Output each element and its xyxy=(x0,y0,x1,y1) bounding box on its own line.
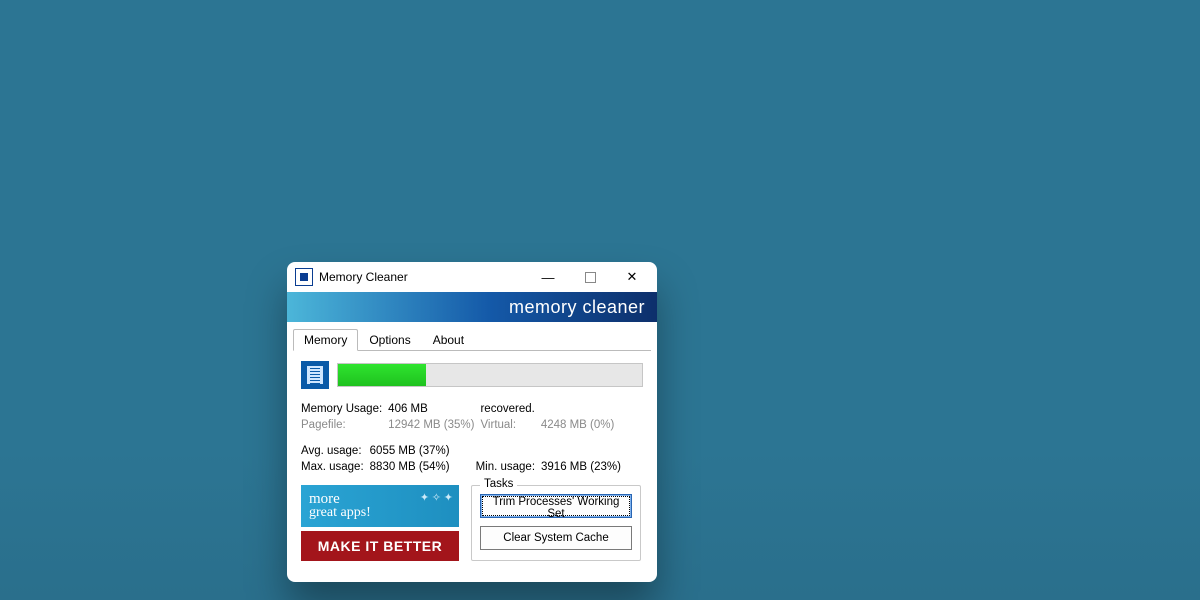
memory-chip-icon xyxy=(301,361,329,389)
window-title: Memory Cleaner xyxy=(319,270,527,284)
banner-text: memory cleaner xyxy=(509,297,645,318)
maximize-button[interactable] xyxy=(569,262,611,292)
tab-pane-memory: Memory Usage: 406 MB recovered. Pagefile… xyxy=(287,351,657,571)
mem-usage-label: Memory Usage: xyxy=(301,401,388,417)
avg-value: 6055 MB (37%) xyxy=(370,443,456,459)
app-window: Memory Cleaner — ✕ memory cleaner Memory… xyxy=(287,262,657,582)
virtual-label: Virtual: xyxy=(480,417,540,433)
ad-more-apps[interactable]: more great apps! ✦ ✧ ✦ xyxy=(301,485,459,527)
clear-system-cache-button[interactable]: Clear System Cache xyxy=(480,526,632,550)
memory-usage-bar xyxy=(337,363,643,387)
pagefile-value: 12942 MB (35%) xyxy=(388,417,480,433)
app-icon xyxy=(295,268,313,286)
header-banner: memory cleaner xyxy=(287,292,657,322)
tasks-group: Tasks Trim Processes' Working Set Clear … xyxy=(471,485,641,561)
trim-working-set-button[interactable]: Trim Processes' Working Set xyxy=(480,494,632,518)
ad-make-it-better[interactable]: MAKE IT BETTER xyxy=(301,531,459,561)
sparkle-icon: ✦ ✧ ✦ xyxy=(420,491,453,504)
ad-more-line1: more xyxy=(309,492,340,506)
tab-about[interactable]: About xyxy=(422,329,475,351)
memory-usage-fill xyxy=(338,364,426,386)
stats-block: Memory Usage: 406 MB recovered. Pagefile… xyxy=(301,401,643,475)
minimize-button[interactable]: — xyxy=(527,262,569,292)
ad-more-line2: great apps! xyxy=(309,506,371,520)
tab-memory[interactable]: Memory xyxy=(293,329,358,351)
mem-usage-value: 406 MB xyxy=(388,401,480,417)
virtual-value: 4248 MB (0%) xyxy=(541,417,621,433)
pagefile-label: Pagefile: xyxy=(301,417,388,433)
avg-label: Avg. usage: xyxy=(301,443,370,459)
min-value: 3916 MB (23%) xyxy=(541,459,627,475)
tab-options[interactable]: Options xyxy=(358,329,421,351)
mem-usage-suffix: recovered. xyxy=(480,401,540,417)
usage-row xyxy=(301,361,643,389)
tab-bar: Memory Options About xyxy=(293,328,651,351)
max-label: Max. usage: xyxy=(301,459,370,475)
title-bar[interactable]: Memory Cleaner — ✕ xyxy=(287,262,657,292)
tasks-legend: Tasks xyxy=(480,478,517,490)
ads-block: more great apps! ✦ ✧ ✦ MAKE IT BETTER xyxy=(301,485,459,561)
min-label: Min. usage: xyxy=(456,459,541,475)
close-button[interactable]: ✕ xyxy=(611,262,653,292)
max-value: 8830 MB (54%) xyxy=(370,459,456,475)
